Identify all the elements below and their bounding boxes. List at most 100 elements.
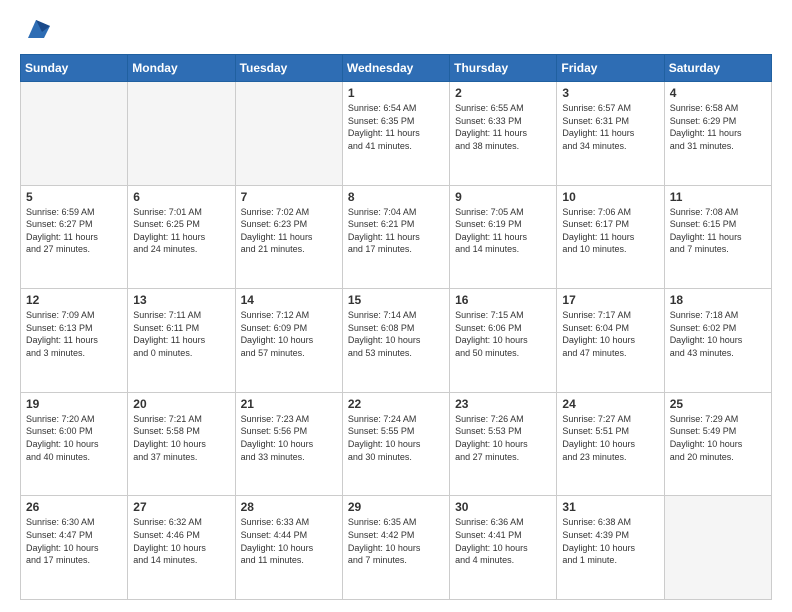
day-info: Sunrise: 7:15 AMSunset: 6:06 PMDaylight:…: [455, 309, 551, 359]
day-info: Sunrise: 7:23 AMSunset: 5:56 PMDaylight:…: [241, 413, 337, 463]
calendar-cell: [235, 82, 342, 186]
calendar-cell: 8Sunrise: 7:04 AMSunset: 6:21 PMDaylight…: [342, 185, 449, 289]
calendar-cell: 2Sunrise: 6:55 AMSunset: 6:33 PMDaylight…: [450, 82, 557, 186]
day-number: 20: [133, 397, 229, 411]
weekday-header-thursday: Thursday: [450, 55, 557, 82]
day-info: Sunrise: 6:30 AMSunset: 4:47 PMDaylight:…: [26, 516, 122, 566]
weekday-header-wednesday: Wednesday: [342, 55, 449, 82]
day-info: Sunrise: 7:29 AMSunset: 5:49 PMDaylight:…: [670, 413, 766, 463]
day-info: Sunrise: 7:21 AMSunset: 5:58 PMDaylight:…: [133, 413, 229, 463]
header: [20, 16, 772, 44]
calendar-cell: 10Sunrise: 7:06 AMSunset: 6:17 PMDayligh…: [557, 185, 664, 289]
day-number: 18: [670, 293, 766, 307]
day-number: 6: [133, 190, 229, 204]
day-number: 25: [670, 397, 766, 411]
day-info: Sunrise: 6:58 AMSunset: 6:29 PMDaylight:…: [670, 102, 766, 152]
day-number: 17: [562, 293, 658, 307]
calendar-cell: 24 Sunrise: 7:27 AMSunset: 5:51 PMDayligh…: [557, 392, 664, 496]
day-number: 23: [455, 397, 551, 411]
day-number: 12: [26, 293, 122, 307]
day-info: Sunrise: 7:26 AMSunset: 5:53 PMDaylight:…: [455, 413, 551, 463]
logo-icon: [22, 16, 50, 44]
day-number: 5: [26, 190, 122, 204]
day-info: Sunrise: 7:11 AMSunset: 6:11 PMDaylight:…: [133, 309, 229, 359]
day-number: 29: [348, 500, 444, 514]
day-number: 9: [455, 190, 551, 204]
day-info: Sunrise: 6:36 AMSunset: 4:41 PMDaylight:…: [455, 516, 551, 566]
day-info: Sunrise: 7:05 AMSunset: 6:19 PMDaylight:…: [455, 206, 551, 256]
day-info: Sunrise: 6:59 AMSunset: 6:27 PMDaylight:…: [26, 206, 122, 256]
calendar-cell: 14 Sunrise: 7:12 AMSunset: 6:09 PMDayligh…: [235, 289, 342, 393]
day-info: Sunrise: 6:32 AMSunset: 4:46 PMDaylight:…: [133, 516, 229, 566]
weekday-header-monday: Monday: [128, 55, 235, 82]
calendar-cell: 23 Sunrise: 7:26 AMSunset: 5:53 PMDayligh…: [450, 392, 557, 496]
day-number: 8: [348, 190, 444, 204]
day-info: Sunrise: 7:27 AMSunset: 5:51 PMDaylight:…: [562, 413, 658, 463]
calendar-cell: 20 Sunrise: 7:21 AMSunset: 5:58 PMDayligh…: [128, 392, 235, 496]
calendar-cell: 28Sunrise: 6:33 AMSunset: 4:44 PMDayligh…: [235, 496, 342, 600]
calendar-cell: 25 Sunrise: 7:29 AMSunset: 5:49 PMDayligh…: [664, 392, 771, 496]
day-info: Sunrise: 7:02 AMSunset: 6:23 PMDaylight:…: [241, 206, 337, 256]
calendar-cell: 22Sunrise: 7:24 AMSunset: 5:55 PMDayligh…: [342, 392, 449, 496]
day-number: 3: [562, 86, 658, 100]
weekday-header-friday: Friday: [557, 55, 664, 82]
day-info: Sunrise: 6:54 AMSunset: 6:35 PMDaylight:…: [348, 102, 444, 152]
calendar-cell: [664, 496, 771, 600]
day-info: Sunrise: 7:08 AMSunset: 6:15 PMDaylight:…: [670, 206, 766, 256]
day-number: 19: [26, 397, 122, 411]
day-info: Sunrise: 7:20 AMSunset: 6:00 PMDaylight:…: [26, 413, 122, 463]
day-number: 21: [241, 397, 337, 411]
calendar-cell: 31Sunrise: 6:38 AMSunset: 4:39 PMDayligh…: [557, 496, 664, 600]
day-number: 13: [133, 293, 229, 307]
weekday-header-sunday: Sunday: [21, 55, 128, 82]
day-info: Sunrise: 7:01 AMSunset: 6:25 PMDaylight:…: [133, 206, 229, 256]
day-number: 27: [133, 500, 229, 514]
day-number: 11: [670, 190, 766, 204]
week-row-2: 12Sunrise: 7:09 AMSunset: 6:13 PMDayligh…: [21, 289, 772, 393]
calendar-cell: 7 Sunrise: 7:02 AMSunset: 6:23 PMDaylight…: [235, 185, 342, 289]
calendar-cell: 4 Sunrise: 6:58 AMSunset: 6:29 PMDaylight…: [664, 82, 771, 186]
day-info: Sunrise: 6:57 AMSunset: 6:31 PMDaylight:…: [562, 102, 658, 152]
calendar-cell: 21 Sunrise: 7:23 AMSunset: 5:56 PMDayligh…: [235, 392, 342, 496]
day-info: Sunrise: 6:35 AMSunset: 4:42 PMDaylight:…: [348, 516, 444, 566]
calendar-cell: 15 Sunrise: 7:14 AMSunset: 6:08 PMDayligh…: [342, 289, 449, 393]
day-number: 24: [562, 397, 658, 411]
day-number: 7: [241, 190, 337, 204]
day-number: 1: [348, 86, 444, 100]
week-row-4: 26 Sunrise: 6:30 AMSunset: 4:47 PMDayligh…: [21, 496, 772, 600]
calendar-cell: 27 Sunrise: 6:32 AMSunset: 4:46 PMDayligh…: [128, 496, 235, 600]
day-info: Sunrise: 7:14 AMSunset: 6:08 PMDaylight:…: [348, 309, 444, 359]
weekday-header-saturday: Saturday: [664, 55, 771, 82]
calendar-cell: 1 Sunrise: 6:54 AMSunset: 6:35 PMDaylight…: [342, 82, 449, 186]
calendar-cell: [128, 82, 235, 186]
day-number: 30: [455, 500, 551, 514]
calendar-cell: 9 Sunrise: 7:05 AMSunset: 6:19 PMDaylight…: [450, 185, 557, 289]
calendar-cell: 12Sunrise: 7:09 AMSunset: 6:13 PMDayligh…: [21, 289, 128, 393]
calendar-cell: 6 Sunrise: 7:01 AMSunset: 6:25 PMDaylight…: [128, 185, 235, 289]
calendar-cell: 26 Sunrise: 6:30 AMSunset: 4:47 PMDayligh…: [21, 496, 128, 600]
day-info: Sunrise: 6:38 AMSunset: 4:39 PMDaylight:…: [562, 516, 658, 566]
day-info: Sunrise: 7:12 AMSunset: 6:09 PMDaylight:…: [241, 309, 337, 359]
calendar-cell: 3 Sunrise: 6:57 AMSunset: 6:31 PMDaylight…: [557, 82, 664, 186]
calendar-cell: [21, 82, 128, 186]
day-number: 28: [241, 500, 337, 514]
day-number: 16: [455, 293, 551, 307]
weekday-header-row: SundayMondayTuesdayWednesdayThursdayFrid…: [21, 55, 772, 82]
week-row-3: 19 Sunrise: 7:20 AMSunset: 6:00 PMDayligh…: [21, 392, 772, 496]
day-number: 4: [670, 86, 766, 100]
week-row-0: 1 Sunrise: 6:54 AMSunset: 6:35 PMDaylight…: [21, 82, 772, 186]
calendar-cell: 30 Sunrise: 6:36 AMSunset: 4:41 PMDayligh…: [450, 496, 557, 600]
calendar-cell: 16 Sunrise: 7:15 AMSunset: 6:06 PMDayligh…: [450, 289, 557, 393]
calendar-cell: 18 Sunrise: 7:18 AMSunset: 6:02 PMDayligh…: [664, 289, 771, 393]
calendar-cell: 29 Sunrise: 6:35 AMSunset: 4:42 PMDayligh…: [342, 496, 449, 600]
day-info: Sunrise: 7:24 AMSunset: 5:55 PMDaylight:…: [348, 413, 444, 463]
day-number: 26: [26, 500, 122, 514]
day-number: 10: [562, 190, 658, 204]
calendar-cell: 17Sunrise: 7:17 AMSunset: 6:04 PMDayligh…: [557, 289, 664, 393]
day-number: 2: [455, 86, 551, 100]
day-number: 15: [348, 293, 444, 307]
calendar-cell: 11 Sunrise: 7:08 AMSunset: 6:15 PMDayligh…: [664, 185, 771, 289]
calendar-cell: 5 Sunrise: 6:59 AMSunset: 6:27 PMDaylight…: [21, 185, 128, 289]
day-info: Sunrise: 7:18 AMSunset: 6:02 PMDaylight:…: [670, 309, 766, 359]
day-number: 14: [241, 293, 337, 307]
